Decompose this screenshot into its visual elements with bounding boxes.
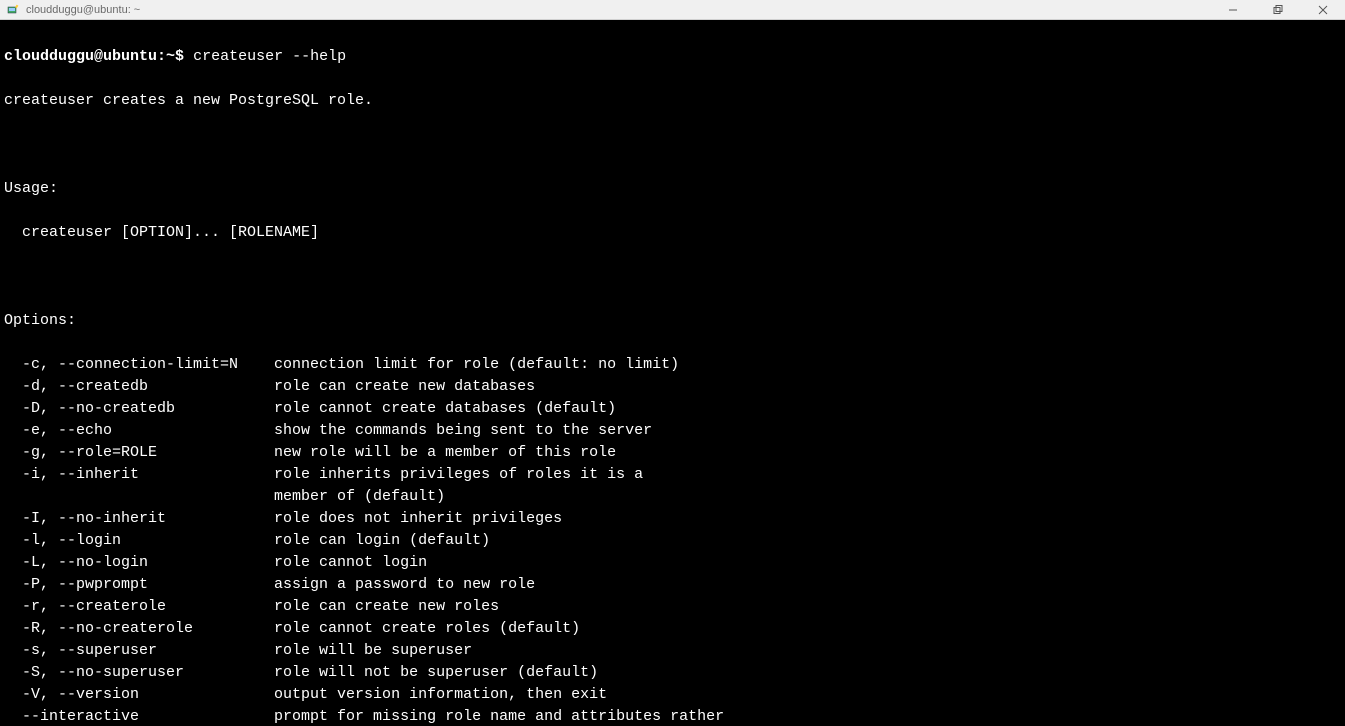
close-button[interactable] (1300, 0, 1345, 19)
options-list: -c, --connection-limit=N connection limi… (4, 354, 1341, 726)
option-row: -l, --login role can login (default) (4, 530, 1341, 552)
option-row: -D, --no-createdb role cannot create dat… (4, 398, 1341, 420)
blank-line (4, 266, 1341, 288)
prompt-user-host: cloudduggu@ubuntu (4, 48, 157, 65)
window-controls (1210, 0, 1345, 19)
option-row: -V, --version output version information… (4, 684, 1341, 706)
prompt-command: createuser --help (193, 48, 346, 65)
options-label: Options: (4, 310, 1341, 332)
prompt-line: cloudduggu@ubuntu:~$ createuser --help (4, 46, 1341, 68)
option-row: -g, --role=ROLE new role will be a membe… (4, 442, 1341, 464)
maximize-button[interactable] (1255, 0, 1300, 19)
option-row: -i, --inherit role inherits privileges o… (4, 464, 1341, 486)
option-row: -e, --echo show the commands being sent … (4, 420, 1341, 442)
option-row: -s, --superuser role will be superuser (4, 640, 1341, 662)
option-row: -r, --createrole role can create new rol… (4, 596, 1341, 618)
option-row: --interactive prompt for missing role na… (4, 706, 1341, 726)
blank-line (4, 134, 1341, 156)
option-row: -L, --no-login role cannot login (4, 552, 1341, 574)
option-row: -P, --pwprompt assign a password to new … (4, 574, 1341, 596)
output-intro: createuser creates a new PostgreSQL role… (4, 90, 1341, 112)
terminal[interactable]: cloudduggu@ubuntu:~$ createuser --help c… (0, 20, 1345, 726)
titlebar: cloudduggu@ubuntu: ~ (0, 0, 1345, 20)
option-row: -S, --no-superuser role will not be supe… (4, 662, 1341, 684)
minimize-button[interactable] (1210, 0, 1255, 19)
option-row: member of (default) (4, 486, 1341, 508)
window-title: cloudduggu@ubuntu: ~ (26, 4, 140, 16)
option-row: -I, --no-inherit role does not inherit p… (4, 508, 1341, 530)
prompt-path: :~ (157, 48, 175, 65)
usage-label: Usage: (4, 178, 1341, 200)
putty-icon (6, 2, 22, 18)
prompt-symbol: $ (175, 48, 184, 65)
option-row: -R, --no-createrole role cannot create r… (4, 618, 1341, 640)
option-row: -c, --connection-limit=N connection limi… (4, 354, 1341, 376)
option-row: -d, --createdb role can create new datab… (4, 376, 1341, 398)
usage-line: createuser [OPTION]... [ROLENAME] (4, 222, 1341, 244)
